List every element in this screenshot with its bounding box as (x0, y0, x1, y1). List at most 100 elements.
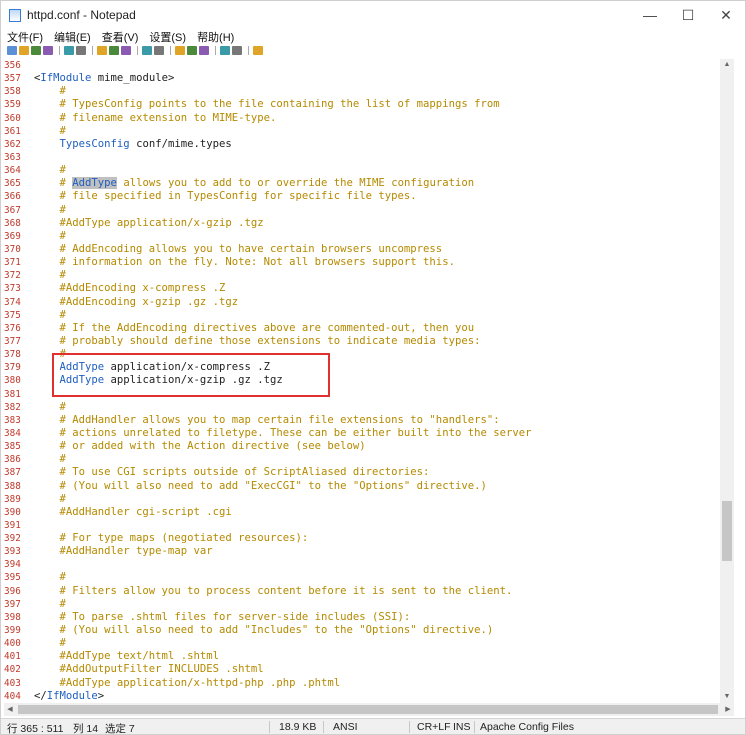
maximize-button[interactable]: ☐ (669, 1, 707, 29)
code-token: #AddType application/x-gzip .tgz (34, 216, 264, 229)
code-line: 387 # To use CGI scripts outside of Scri… (4, 466, 531, 479)
line-number: 397 (4, 598, 21, 610)
cut-icon[interactable] (97, 46, 107, 55)
line-content: #AddEncoding x-gzip .gz .tgz (34, 296, 239, 309)
code-line: 382 # (4, 401, 531, 414)
line-number: 360 (4, 112, 21, 124)
line-number: 391 (4, 519, 21, 531)
status-column: 列 14 (73, 723, 99, 735)
line-number: 400 (4, 638, 21, 650)
line-number: 364 (4, 165, 21, 177)
line-content: # (34, 125, 66, 138)
line-content: # (34, 85, 66, 98)
code-line: 362 TypesConfig conf/mime.types (4, 138, 531, 151)
code-line: 393 #AddHandler type-map var (4, 545, 531, 558)
code-token: # (34, 308, 66, 321)
code-line: 404 </IfModule> (4, 690, 531, 703)
toolbar-separator (248, 46, 249, 55)
code-line: 398 # To parse .shtml files for server-s… (4, 611, 531, 624)
code-line: 363 (4, 151, 531, 164)
line-content: #AddType application/x-httpd-php .php .p… (34, 677, 341, 690)
code-token: # file specified in TypesConfig for spec… (34, 190, 417, 203)
save-icon[interactable] (31, 46, 41, 55)
code-token: conf/mime.types (129, 137, 232, 150)
code-line: 369 # (4, 230, 531, 243)
replace-icon[interactable] (154, 46, 164, 55)
line-content: # information on the fly. Note: Not all … (34, 256, 455, 269)
line-content: # (34, 493, 66, 506)
goto-icon[interactable] (175, 46, 185, 55)
line-number: 359 (4, 99, 21, 111)
code-line: 367 # (4, 204, 531, 217)
line-content: #AddHandler cgi-script .cgi (34, 506, 232, 519)
code-token: allows you to add to or override the MIM… (116, 177, 475, 190)
minimize-button[interactable]: — (631, 1, 669, 29)
code-lines: 356 357 <IfModule mime_module> 358 #359 # T… (4, 59, 531, 703)
vertical-scroll-thumb[interactable] (722, 501, 732, 561)
line-number: 372 (4, 270, 21, 282)
line-content: # (You will also need to add "ExecCGI" t… (34, 480, 487, 493)
horizontal-scrollbar[interactable]: ◀ ▶ (4, 703, 734, 716)
code-line: 391 (4, 519, 531, 532)
line-number: 390 (4, 506, 21, 518)
line-content: # TypesConfig points to the file contain… (34, 98, 500, 111)
status-file-size: 18.9 KB (279, 721, 317, 733)
zoom-in-icon[interactable] (187, 46, 197, 55)
open-file-icon[interactable] (19, 46, 29, 55)
zoom-out-icon[interactable] (199, 46, 209, 55)
line-number: 393 (4, 546, 21, 558)
editor-area[interactable]: 356 357 <IfModule mime_module> 358 #359 # T… (4, 59, 720, 703)
code-line: 392 # For type maps (negotiated resource… (4, 532, 531, 545)
line-content: AddType application/x-compress .Z (34, 361, 270, 374)
code-line: 380 AddType application/x-gzip .gz .tgz (4, 374, 531, 387)
code-token: #AddHandler cgi-script .cgi (34, 505, 232, 518)
find-icon[interactable] (142, 46, 152, 55)
line-content: # (34, 230, 66, 243)
code-line: 372 # (4, 269, 531, 282)
code-line: 403 #AddType application/x-httpd-php .ph… (4, 677, 531, 690)
redo-icon[interactable] (76, 46, 86, 55)
menu-help[interactable]: 帮助(H) (191, 29, 239, 45)
scroll-right-arrow-icon[interactable]: ▶ (722, 703, 734, 716)
scroll-left-arrow-icon[interactable]: ◀ (4, 703, 16, 716)
status-encoding: ANSI (333, 721, 358, 733)
horizontal-scroll-thumb[interactable] (18, 705, 718, 714)
code-token: # (34, 177, 73, 190)
line-number: 387 (4, 467, 21, 479)
line-content: # (34, 637, 66, 650)
new-file-icon[interactable] (7, 46, 17, 55)
code-line: 402 #AddOutputFilter INCLUDES .shtml (4, 663, 531, 676)
wordwrap-icon[interactable] (220, 46, 230, 55)
toolbar-separator (59, 46, 60, 55)
code-token: IfModule (40, 72, 92, 85)
line-number: 382 (4, 401, 21, 413)
code-line: 368 #AddType application/x-gzip .tgz (4, 217, 531, 230)
line-number: 368 (4, 217, 21, 229)
line-number: 371 (4, 257, 21, 269)
settings-icon[interactable] (232, 46, 242, 55)
paste-icon[interactable] (121, 46, 131, 55)
menu-file[interactable]: 文件(F) (1, 29, 48, 45)
line-content: # (34, 348, 66, 361)
line-number: 377 (4, 335, 21, 347)
vertical-scrollbar[interactable]: ▲ ▼ (720, 59, 734, 703)
menu-settings[interactable]: 设置(S) (143, 29, 191, 45)
status-divider (323, 721, 324, 733)
line-content: # AddHandler allows you to map certain f… (34, 414, 500, 427)
menu-view[interactable]: 查看(V) (96, 29, 144, 45)
run-icon[interactable] (253, 46, 263, 55)
save-all-icon[interactable] (43, 46, 53, 55)
copy-icon[interactable] (109, 46, 119, 55)
code-token: # (34, 492, 66, 505)
code-line: 359 # TypesConfig points to the file con… (4, 98, 531, 111)
code-line: 389 # (4, 493, 531, 506)
scroll-up-arrow-icon[interactable]: ▲ (720, 59, 734, 71)
line-content: #AddEncoding x-compress .Z (34, 282, 226, 295)
menu-bar: 文件(F) 编辑(E) 查看(V) 设置(S) 帮助(H) (1, 29, 745, 44)
undo-icon[interactable] (64, 46, 74, 55)
line-number: 373 (4, 283, 21, 295)
scroll-down-arrow-icon[interactable]: ▼ (720, 691, 734, 703)
menu-edit[interactable]: 编辑(E) (48, 29, 96, 45)
close-button[interactable]: ✕ (707, 1, 745, 29)
